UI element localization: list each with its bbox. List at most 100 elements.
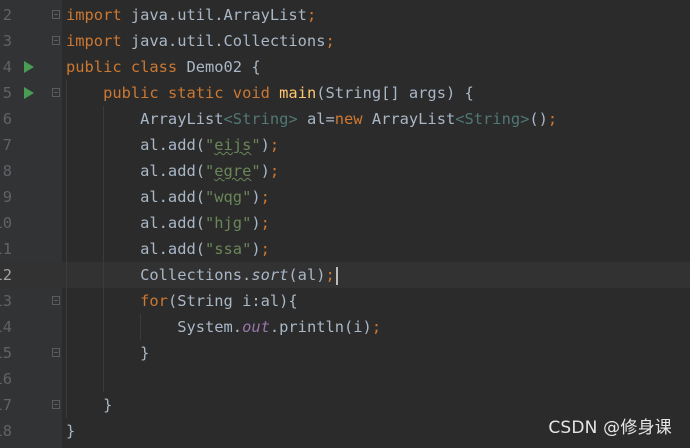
code-token: "hjg" — [205, 214, 252, 232]
code-text: al.add("egre"); — [66, 158, 279, 184]
code-token: " — [205, 162, 215, 180]
code-token: ) — [251, 240, 261, 258]
code-editor[interactable]: 2 import java.util.ArrayList; 3 import java… — [0, 0, 690, 448]
code-token: ArrayList — [66, 110, 224, 128]
code-token: ; — [260, 188, 270, 206]
code-token: import — [66, 6, 122, 24]
line-number: 14 — [0, 318, 12, 336]
line-number: 11 — [0, 240, 12, 258]
indent-guide — [140, 314, 142, 340]
fold-marker-icon[interactable] — [52, 10, 60, 19]
code-line[interactable]: 5 public static void main(String[] args)… — [0, 80, 690, 106]
code-token: Collections. — [66, 266, 252, 284]
code-text: } — [66, 418, 75, 444]
code-token: () — [529, 110, 548, 128]
code-token: al.add( — [66, 214, 205, 232]
line-number: 8 — [2, 162, 12, 180]
indent-guide — [66, 80, 67, 418]
line-number: 12 — [0, 266, 12, 284]
code-token: "wqg" — [205, 188, 252, 206]
indent-guide — [103, 106, 105, 392]
code-token: ; — [547, 110, 558, 128]
code-token: (String i:al){ — [167, 292, 298, 310]
code-line[interactable]: 3 import java.util.Collections; — [0, 28, 690, 54]
code-token: ArrayList — [362, 110, 456, 128]
code-text: } — [66, 392, 112, 418]
code-text: System.out.println(i); — [66, 314, 381, 340]
code-token: ) — [251, 188, 261, 206]
fold-marker-icon[interactable] — [52, 36, 60, 45]
fold-marker-icon[interactable] — [52, 400, 60, 409]
line-number: 4 — [2, 58, 12, 76]
code-token: } — [66, 422, 76, 440]
code-token: ; — [269, 136, 280, 154]
line-number: 3 — [2, 32, 12, 50]
code-token: al= — [297, 110, 335, 128]
code-token: <String> — [223, 110, 298, 128]
code-token: " — [251, 162, 261, 180]
run-icon[interactable] — [24, 61, 34, 73]
code-token: egre — [214, 162, 252, 180]
code-token: " — [205, 136, 215, 154]
code-token: ) — [260, 136, 270, 154]
code-token: new — [334, 110, 363, 128]
text-caret — [335, 266, 338, 285]
code-token: ; — [371, 318, 382, 336]
code-token: out — [242, 318, 270, 336]
fold-marker-icon[interactable] — [52, 296, 60, 305]
line-number: 15 — [0, 344, 12, 362]
code-text: ArrayList<String> al=new ArrayList<Strin… — [66, 106, 557, 132]
line-number: 2 — [2, 6, 12, 24]
code-text: Collections.sort(al); — [66, 262, 338, 288]
line-number: 5 — [2, 84, 12, 102]
run-icon[interactable] — [24, 87, 34, 99]
line-number: 9 — [2, 188, 12, 206]
line-number: 17 — [0, 396, 12, 414]
watermark: CSDN @修身课 — [548, 418, 672, 438]
code-token: sort — [251, 266, 289, 284]
code-token: " — [251, 136, 261, 154]
code-token: import — [66, 32, 122, 50]
code-token: al.add( — [66, 136, 205, 154]
code-text: } — [66, 340, 149, 366]
code-text: import java.util.Collections; — [66, 28, 335, 54]
code-token: al.add( — [66, 162, 205, 180]
code-text: import java.util.ArrayList; — [66, 2, 316, 28]
code-text: for(String i:al){ — [66, 288, 298, 314]
fold-marker-icon[interactable] — [52, 88, 60, 97]
code-token: } — [66, 344, 150, 362]
code-token: al.add( — [66, 240, 205, 258]
code-token: "ssa" — [205, 240, 252, 258]
code-token: System. — [66, 318, 243, 336]
code-text: public static void main(String[] args) { — [66, 80, 474, 106]
code-text: al.add("eijs"); — [66, 132, 279, 158]
code-token: Demo02 { — [177, 58, 261, 76]
code-line[interactable]: 4 public class Demo02 { — [0, 54, 690, 80]
code-token: ; — [269, 162, 280, 180]
code-text: al.add("hjg"); — [66, 210, 270, 236]
code-token: java.util.Collections — [121, 32, 326, 50]
code-token: eijs — [214, 136, 252, 154]
code-token: for — [140, 292, 168, 310]
code-line[interactable]: 2 import java.util.ArrayList; — [0, 2, 690, 28]
line-number: 10 — [0, 214, 12, 232]
code-text: public class Demo02 { — [66, 54, 261, 80]
line-number: 13 — [0, 292, 12, 310]
code-token: ; — [325, 266, 335, 284]
code-token: (String[] args) { — [316, 84, 474, 102]
code-token: (al) — [288, 266, 326, 284]
code-token: ; — [260, 214, 270, 232]
code-token: java.util.ArrayList — [121, 6, 307, 24]
fold-marker-icon[interactable] — [52, 348, 60, 357]
code-token: ; — [306, 6, 317, 24]
code-token: ) — [260, 162, 270, 180]
code-token: ) — [251, 214, 261, 232]
line-number: 7 — [2, 136, 12, 154]
code-token: public class — [66, 58, 178, 76]
code-token: main — [279, 84, 317, 102]
line-number: 16 — [0, 370, 12, 388]
code-token: ; — [260, 240, 270, 258]
code-token: public static void — [103, 84, 270, 102]
